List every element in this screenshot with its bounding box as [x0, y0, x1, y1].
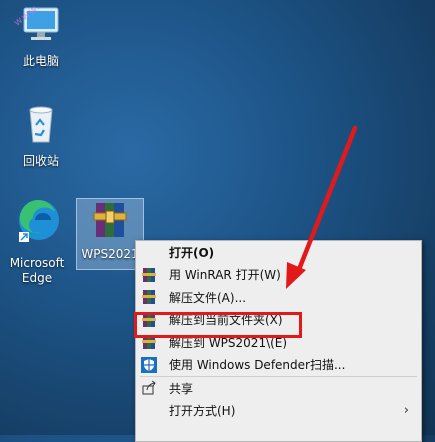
annotation-arrow-icon: [286, 125, 358, 289]
